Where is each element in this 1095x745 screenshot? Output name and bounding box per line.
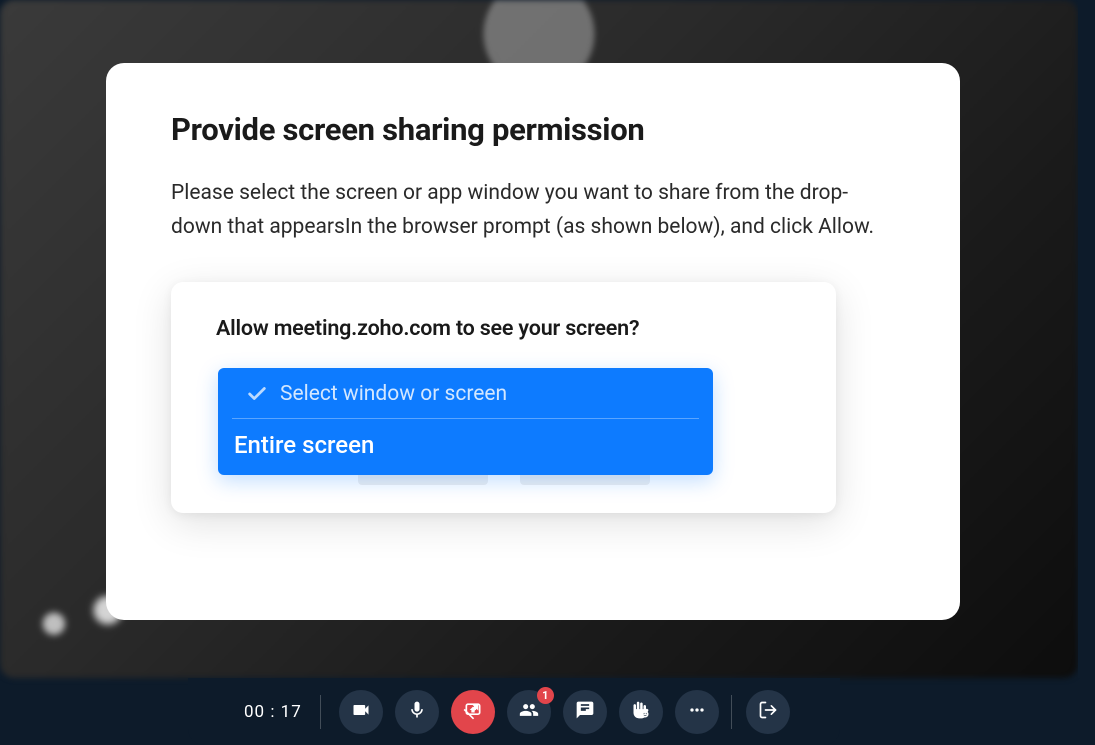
- chat-icon: [575, 700, 595, 724]
- check-icon: [246, 383, 268, 405]
- modal-description: Please select the screen or app window y…: [171, 176, 895, 244]
- participants-icon: [519, 700, 539, 724]
- permission-modal: Provide screen sharing permission Please…: [106, 63, 960, 620]
- right-strip: [1078, 0, 1095, 678]
- video-icon: [351, 700, 371, 724]
- mic-icon: [407, 700, 427, 724]
- participants-badge: 1: [537, 687, 554, 704]
- screen-select-dropdown: Select window or screen Entire screen: [218, 368, 713, 475]
- reactions-button[interactable]: [619, 690, 663, 734]
- share-screen-button[interactable]: [451, 690, 495, 734]
- dropdown-placeholder: Select window or screen: [280, 382, 507, 406]
- meeting-toolbar: 00 : 17 1: [188, 678, 840, 745]
- chat-button[interactable]: [563, 690, 607, 734]
- share-screen-icon: [463, 700, 483, 724]
- meeting-timer: 00 : 17: [244, 702, 302, 722]
- separator: [731, 695, 732, 729]
- leave-meeting-button[interactable]: [746, 690, 790, 734]
- more-icon: [687, 700, 707, 724]
- prompt-title: Allow meeting.zoho.com to see your scree…: [216, 316, 791, 341]
- modal-title: Provide screen sharing permission: [171, 111, 895, 148]
- browser-prompt-illustration: Allow meeting.zoho.com to see your scree…: [171, 282, 836, 513]
- hand-emoji-icon: [631, 700, 651, 724]
- video-toggle-button[interactable]: [339, 690, 383, 734]
- separator: [320, 695, 321, 729]
- more-options-button[interactable]: [675, 690, 719, 734]
- mic-toggle-button[interactable]: [395, 690, 439, 734]
- participants-button[interactable]: 1: [507, 690, 551, 734]
- leave-icon: [758, 700, 778, 724]
- dropdown-placeholder-row: Select window or screen: [232, 368, 699, 419]
- dropdown-selected-option: Entire screen: [218, 419, 713, 475]
